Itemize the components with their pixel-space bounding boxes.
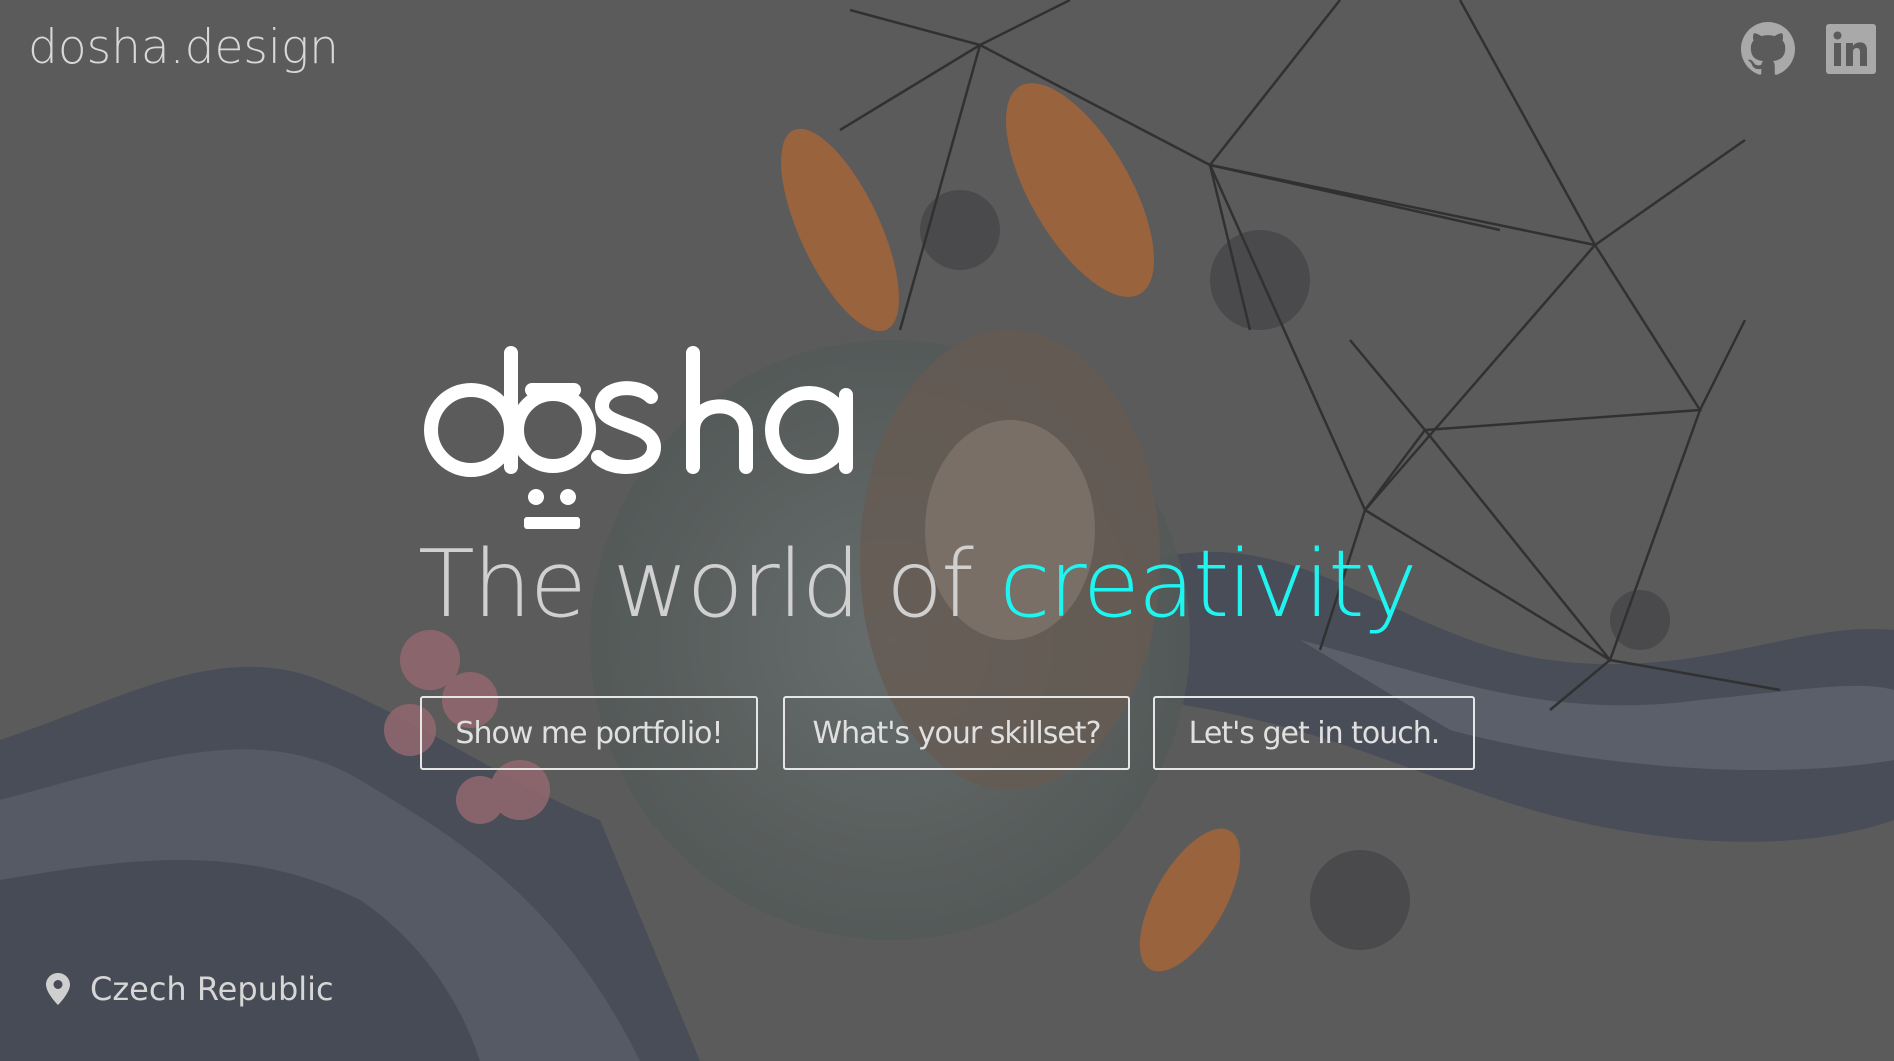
- site-title[interactable]: dosha.design: [28, 20, 339, 75]
- location: Czech Republic: [46, 970, 334, 1008]
- linkedin-icon: [1826, 24, 1876, 74]
- github-link[interactable]: [1741, 22, 1796, 76]
- skillset-button[interactable]: What's your skillset?: [783, 696, 1130, 770]
- get-in-touch-button[interactable]: Let's get in touch.: [1153, 696, 1475, 770]
- show-portfolio-button[interactable]: Show me portfolio!: [420, 696, 758, 770]
- map-pin-icon: [46, 973, 70, 1005]
- headline-accent: creativity: [999, 530, 1417, 638]
- dosha-logo: [416, 345, 866, 539]
- hero-headline: The world of creativity: [418, 530, 1418, 638]
- headline-prefix: The world of: [418, 530, 1000, 638]
- linkedin-link[interactable]: [1826, 24, 1876, 74]
- github-icon: [1741, 22, 1796, 75]
- location-text: Czech Republic: [90, 970, 334, 1008]
